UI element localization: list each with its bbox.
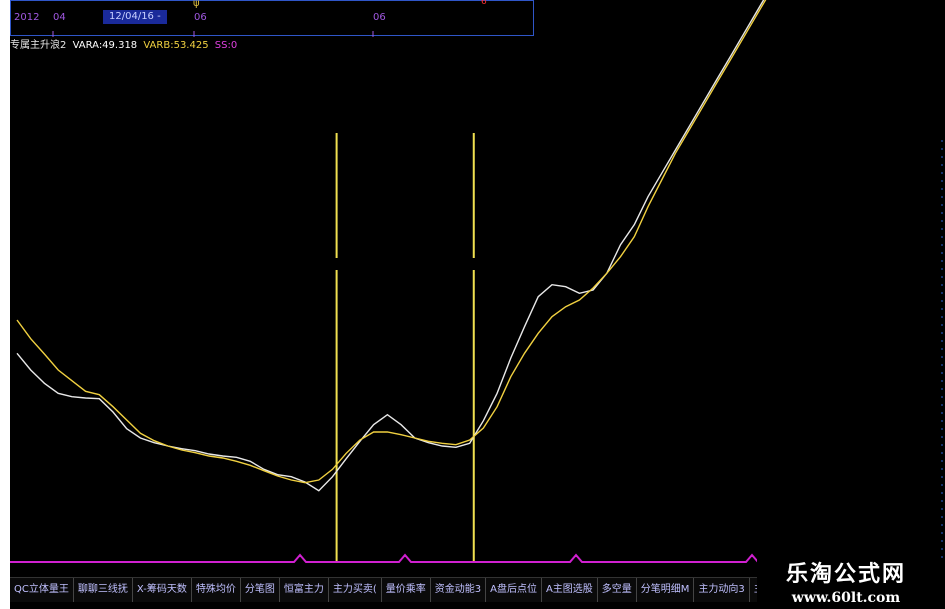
series-layer <box>16 0 767 492</box>
indicator-plot[interactable] <box>10 0 945 577</box>
series-line-varb <box>16 0 767 484</box>
tab-item[interactable]: A主图选股 <box>542 578 598 602</box>
tab-item[interactable]: 主力买卖( <box>329 578 382 602</box>
watermark-logo: 乐淘公式网 www.60lt.com <box>757 548 935 609</box>
tab-item[interactable]: QC立体量王 <box>10 578 74 602</box>
tab-item[interactable]: 聊聊三线抚 <box>74 578 133 602</box>
tab-item[interactable]: 资金动能3 <box>431 578 487 602</box>
tab-item[interactable]: 多空量 <box>598 578 637 602</box>
baseline-layer <box>10 553 767 563</box>
tab-item[interactable]: 分笔明细M <box>637 578 695 602</box>
tab-item[interactable]: 恒富主力 <box>280 578 329 602</box>
tab-item[interactable]: 量价乘率 <box>382 578 431 602</box>
signal-layer <box>335 133 475 562</box>
right-axis <box>939 140 945 560</box>
tab-item[interactable]: 特殊均价 <box>192 578 241 602</box>
tab-item[interactable]: X-筹码天数 <box>133 578 192 602</box>
tab-item[interactable]: A盘后点位 <box>486 578 542 602</box>
series-line-vara <box>16 0 765 492</box>
right-axis-ticks <box>941 140 943 560</box>
tab-item[interactable]: 主力动向3 <box>694 578 750 602</box>
ss-baseline <box>10 553 767 563</box>
chart-window[interactable]: 2012 04 12/04/16 - ψ 06 06 6 专属主升浪2 VARA… <box>10 0 945 609</box>
indicator-tab-bar[interactable]: QC立体量王 聊聊三线抚 X-筹码天数 特殊均价 分笔图 恒富主力 主力买卖(量价乘率 资金动… <box>10 577 894 602</box>
tab-item[interactable]: 分笔图 <box>241 578 280 602</box>
watermark-url: www.60lt.com <box>791 590 901 606</box>
watermark-title: 乐淘公式网 <box>785 561 906 587</box>
